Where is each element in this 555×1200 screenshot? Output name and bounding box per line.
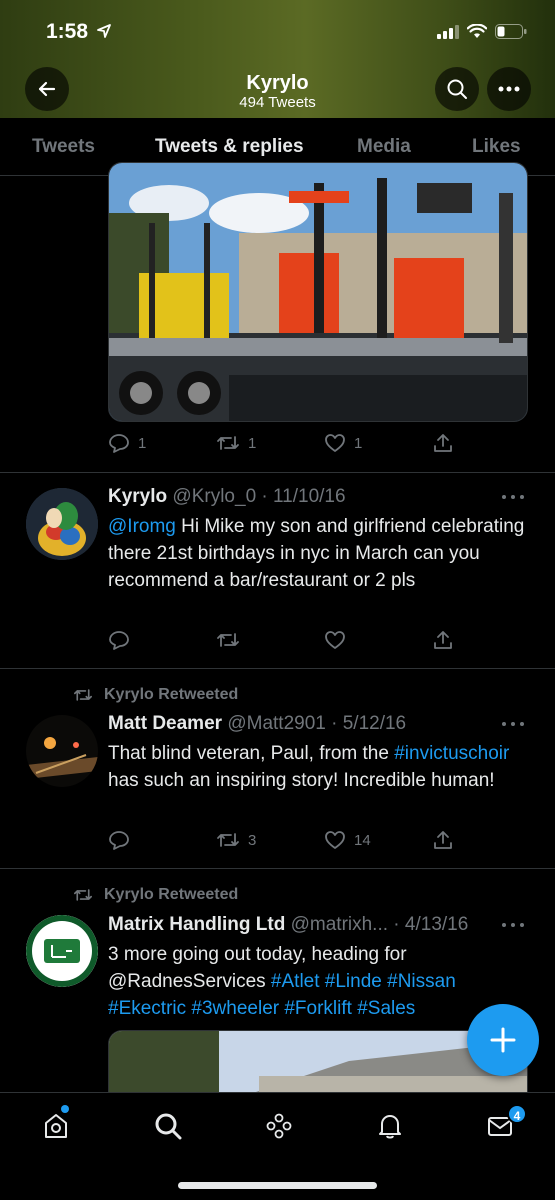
retweeted-by-label[interactable]: Kyrylo Retweeted bbox=[104, 686, 238, 704]
compose-tweet-button[interactable] bbox=[467, 1004, 539, 1076]
tweet-more-icon[interactable] bbox=[501, 922, 525, 928]
share-icon bbox=[434, 831, 452, 849]
author-handle-date: @Krylo_0 · 11/10/16 bbox=[172, 486, 346, 507]
share-button[interactable] bbox=[432, 432, 454, 454]
retweeted-by-row: Kyrylo Retweeted bbox=[72, 886, 238, 904]
tweet-actions: 3 14 bbox=[108, 829, 468, 853]
tweet-header: Matrix Handling Ltd @matrixh... · 4/13/1… bbox=[108, 914, 468, 936]
heart-icon bbox=[325, 631, 345, 649]
divider bbox=[0, 668, 555, 669]
nav-spaces[interactable] bbox=[264, 1111, 294, 1141]
author-handle-date: @matrixh... · 4/13/16 bbox=[290, 914, 469, 935]
divider bbox=[0, 868, 555, 869]
wifi-icon bbox=[466, 23, 488, 44]
like-button[interactable]: 1 bbox=[324, 432, 362, 454]
avatar[interactable] bbox=[26, 488, 98, 560]
tweet-more-icon[interactable] bbox=[501, 494, 525, 500]
bell-icon bbox=[379, 1115, 401, 1139]
like-count: 14 bbox=[354, 831, 371, 849]
tab-tweets-and-replies[interactable]: Tweets & replies bbox=[155, 136, 304, 158]
search-icon bbox=[155, 1113, 182, 1140]
profile-header: 1:58 Kyrylo 494 Tweets bbox=[0, 0, 555, 118]
heart-icon bbox=[325, 831, 345, 849]
retweet-count: 3 bbox=[248, 831, 257, 849]
retweet-button[interactable]: 1 bbox=[216, 432, 256, 454]
reply-button[interactable] bbox=[108, 829, 130, 851]
reply-count: 1 bbox=[138, 434, 147, 452]
reply-icon bbox=[109, 631, 129, 650]
reply-button[interactable] bbox=[108, 629, 130, 651]
home-icon bbox=[45, 1114, 67, 1138]
heart-icon bbox=[325, 434, 345, 452]
retweeted-by-label[interactable]: Kyrylo Retweeted bbox=[104, 886, 238, 904]
nav-search[interactable] bbox=[153, 1111, 183, 1141]
author-name[interactable]: Kyrylo bbox=[108, 486, 167, 507]
more-options-button[interactable] bbox=[487, 67, 531, 111]
reply-button[interactable]: 1 bbox=[108, 432, 146, 454]
signal-icon bbox=[437, 24, 459, 44]
nav-notifications[interactable] bbox=[375, 1111, 405, 1141]
home-indicator[interactable] bbox=[178, 1182, 377, 1189]
retweeted-by-row: Kyrylo Retweeted bbox=[72, 686, 238, 704]
retweet-icon bbox=[74, 889, 92, 901]
tweet-actions: 1 1 1 bbox=[108, 432, 468, 456]
avatar[interactable] bbox=[26, 715, 98, 787]
author-name[interactable]: Matrix Handling Ltd bbox=[108, 914, 285, 935]
tweet-header: Matt Deamer @Matt2901 · 5/12/16 bbox=[108, 713, 406, 735]
retweet-icon bbox=[217, 833, 239, 847]
tweet-text: @Iromg Hi Mike my son and girlfriend cel… bbox=[108, 516, 525, 591]
nav-home[interactable] bbox=[41, 1111, 71, 1141]
plus-icon bbox=[490, 1027, 516, 1053]
retweet-icon bbox=[217, 633, 239, 647]
ellipsis-icon bbox=[498, 86, 520, 92]
author-name[interactable]: Matt Deamer bbox=[108, 713, 222, 734]
location-arrow-icon bbox=[96, 23, 112, 44]
spaces-icon bbox=[266, 1113, 292, 1139]
tweet-media-image[interactable] bbox=[108, 162, 528, 422]
reply-icon bbox=[109, 831, 129, 850]
tweet-more-icon[interactable] bbox=[501, 721, 525, 727]
tweet-actions bbox=[108, 629, 468, 653]
like-button[interactable] bbox=[324, 629, 346, 651]
matrix-handling-logo bbox=[26, 915, 98, 987]
avatar[interactable] bbox=[26, 915, 98, 987]
retweet-button[interactable] bbox=[216, 629, 240, 651]
status-bar: 1:58 bbox=[0, 18, 555, 46]
home-unread-dot bbox=[61, 1105, 69, 1113]
forklift-photo bbox=[109, 163, 527, 421]
reply-icon bbox=[109, 434, 129, 453]
hashtag-link[interactable]: #invictuschoir bbox=[394, 743, 509, 764]
retweet-count: 1 bbox=[248, 434, 257, 452]
share-icon bbox=[434, 631, 452, 649]
messages-badge: 4 bbox=[507, 1104, 527, 1124]
like-count: 1 bbox=[354, 434, 363, 452]
retweet-button[interactable]: 3 bbox=[216, 829, 256, 851]
author-handle-date: @Matt2901 · 5/12/16 bbox=[227, 713, 407, 734]
search-button[interactable] bbox=[435, 67, 479, 111]
search-icon bbox=[447, 79, 467, 99]
retweet-icon bbox=[217, 436, 239, 450]
tweet-text: 3 more going out today, heading for @Rad… bbox=[108, 944, 456, 1019]
mention-link[interactable]: @Iromg bbox=[108, 516, 176, 537]
tweet-text: That blind veteran, Paul, from the #invi… bbox=[108, 743, 510, 791]
tab-likes[interactable]: Likes bbox=[472, 136, 521, 158]
retweet-icon bbox=[74, 689, 92, 701]
like-button[interactable]: 14 bbox=[324, 829, 371, 851]
share-button[interactable] bbox=[432, 629, 454, 651]
share-icon bbox=[434, 434, 452, 452]
tweet-header: Kyrylo @Krylo_0 · 11/10/16 bbox=[108, 486, 346, 508]
divider bbox=[0, 472, 555, 473]
status-time: 1:58 bbox=[46, 20, 89, 43]
tab-media[interactable]: Media bbox=[357, 136, 411, 158]
battery-icon bbox=[495, 24, 527, 44]
share-button[interactable] bbox=[432, 829, 454, 851]
tab-tweets[interactable]: Tweets bbox=[32, 136, 95, 158]
